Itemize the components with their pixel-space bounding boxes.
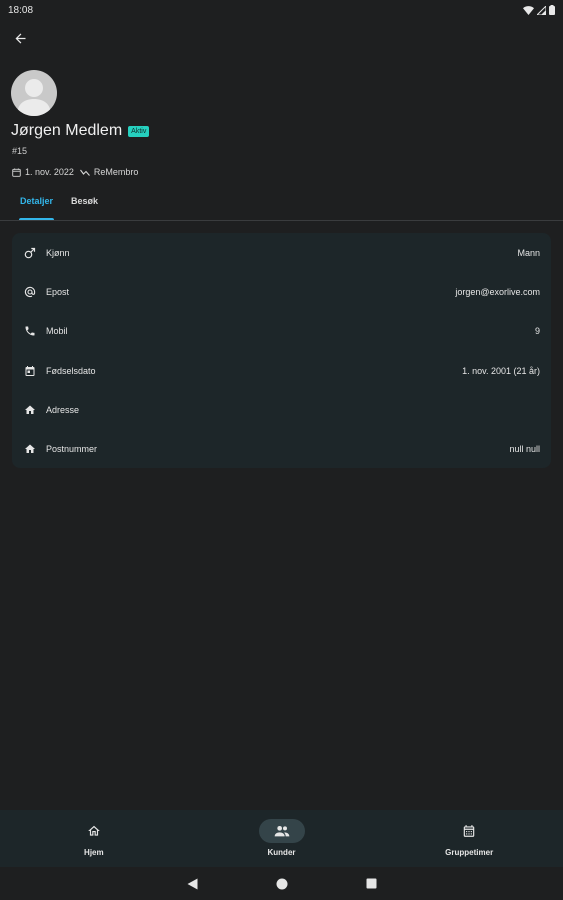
trend-icon xyxy=(79,169,90,176)
system-home-button[interactable] xyxy=(276,878,288,890)
detail-row-postcode: Postnummer null null xyxy=(12,429,551,468)
detail-label: Mobil xyxy=(46,326,68,337)
customer-name: Jørgen Medlem xyxy=(11,122,123,139)
detail-value: Mann xyxy=(517,247,540,258)
detail-label: Postnummer xyxy=(46,444,98,455)
detail-label: Epost xyxy=(46,286,70,297)
nav-item-home[interactable]: Hjem xyxy=(0,810,188,867)
status-time: 18:08 xyxy=(8,4,34,16)
avatar xyxy=(11,70,57,116)
detail-value: null null xyxy=(509,444,540,455)
triangle-back-icon xyxy=(187,878,197,889)
nav-icon-container xyxy=(71,819,117,843)
nav-icon-container xyxy=(258,819,305,843)
calendar-icon xyxy=(23,364,37,378)
details-card: Kjønn Mann Epost jorgen@exorlive.com Mob… xyxy=(12,233,551,468)
detail-label: Fødselsdato xyxy=(46,365,96,376)
detail-row-gender: Kjønn Mann xyxy=(12,233,551,272)
battery-icon xyxy=(549,5,555,15)
detail-value[interactable]: jorgen@exorlive.com xyxy=(455,287,540,297)
calendar-grid-icon xyxy=(463,825,475,837)
detail-row-address: Adresse xyxy=(12,390,551,429)
phone-icon xyxy=(23,324,37,338)
status-icons xyxy=(523,5,555,15)
status-badge: Aktiv xyxy=(128,125,150,137)
tab-visits[interactable]: Besøk xyxy=(62,190,107,220)
nav-label: Hjem xyxy=(84,848,104,857)
meta-row: 1. nov. 2022 ReMembro xyxy=(12,167,138,177)
nav-item-group-classes[interactable]: Gruppetimer xyxy=(375,810,563,867)
male-icon xyxy=(23,246,37,260)
calendar-icon xyxy=(12,167,21,177)
detail-row-birthdate: Fødselsdato 1. nov. 2001 (21 år) xyxy=(12,351,551,390)
home-icon xyxy=(23,403,37,417)
people-icon xyxy=(274,826,289,837)
customer-detail-screen: 18:08 Jørgen Medlem Aktiv #15 1. nov. 20… xyxy=(0,0,563,900)
home-outline-icon xyxy=(87,825,100,836)
nav-icon-container xyxy=(446,819,492,843)
at-icon xyxy=(23,285,37,299)
home-icon xyxy=(23,442,37,456)
wifi-icon xyxy=(523,5,534,15)
status-bar: 18:08 xyxy=(0,0,563,20)
meta-source-label: ReMembro xyxy=(93,167,139,177)
arrow-left-icon xyxy=(15,33,25,43)
detail-row-mobile: Mobil 9 xyxy=(12,312,551,351)
tab-details[interactable]: Detaljer xyxy=(11,190,62,220)
person-placeholder-icon xyxy=(17,79,51,116)
system-back-button[interactable] xyxy=(187,878,198,890)
tab-bar: Detaljer Besøk xyxy=(0,190,563,221)
nav-label: Gruppetimer xyxy=(445,848,494,857)
name-row: Jørgen Medlem Aktiv xyxy=(11,122,150,140)
detail-row-email: Epost jorgen@exorlive.com xyxy=(12,272,551,311)
meta-date: 1. nov. 2022 xyxy=(12,167,74,177)
nav-label: Kunder xyxy=(267,848,296,857)
square-recents-icon xyxy=(366,878,376,889)
circle-home-icon xyxy=(276,878,287,889)
back-button[interactable] xyxy=(8,26,32,50)
system-recents-button[interactable] xyxy=(366,878,377,889)
bottom-navigation: Hjem Kunder Gruppetimer xyxy=(0,810,563,867)
meta-source: ReMembro xyxy=(79,167,139,177)
customer-number: #15 xyxy=(12,146,28,156)
detail-value[interactable]: 9 xyxy=(535,326,540,336)
nav-item-customers[interactable]: Kunder xyxy=(188,810,376,867)
detail-label: Adresse xyxy=(46,404,80,415)
meta-date-label: 1. nov. 2022 xyxy=(25,167,74,177)
detail-value: 1. nov. 2001 (21 år) xyxy=(462,365,540,376)
detail-label: Kjønn xyxy=(46,247,70,258)
cellular-icon xyxy=(537,5,546,15)
system-navigation-bar xyxy=(0,867,563,900)
